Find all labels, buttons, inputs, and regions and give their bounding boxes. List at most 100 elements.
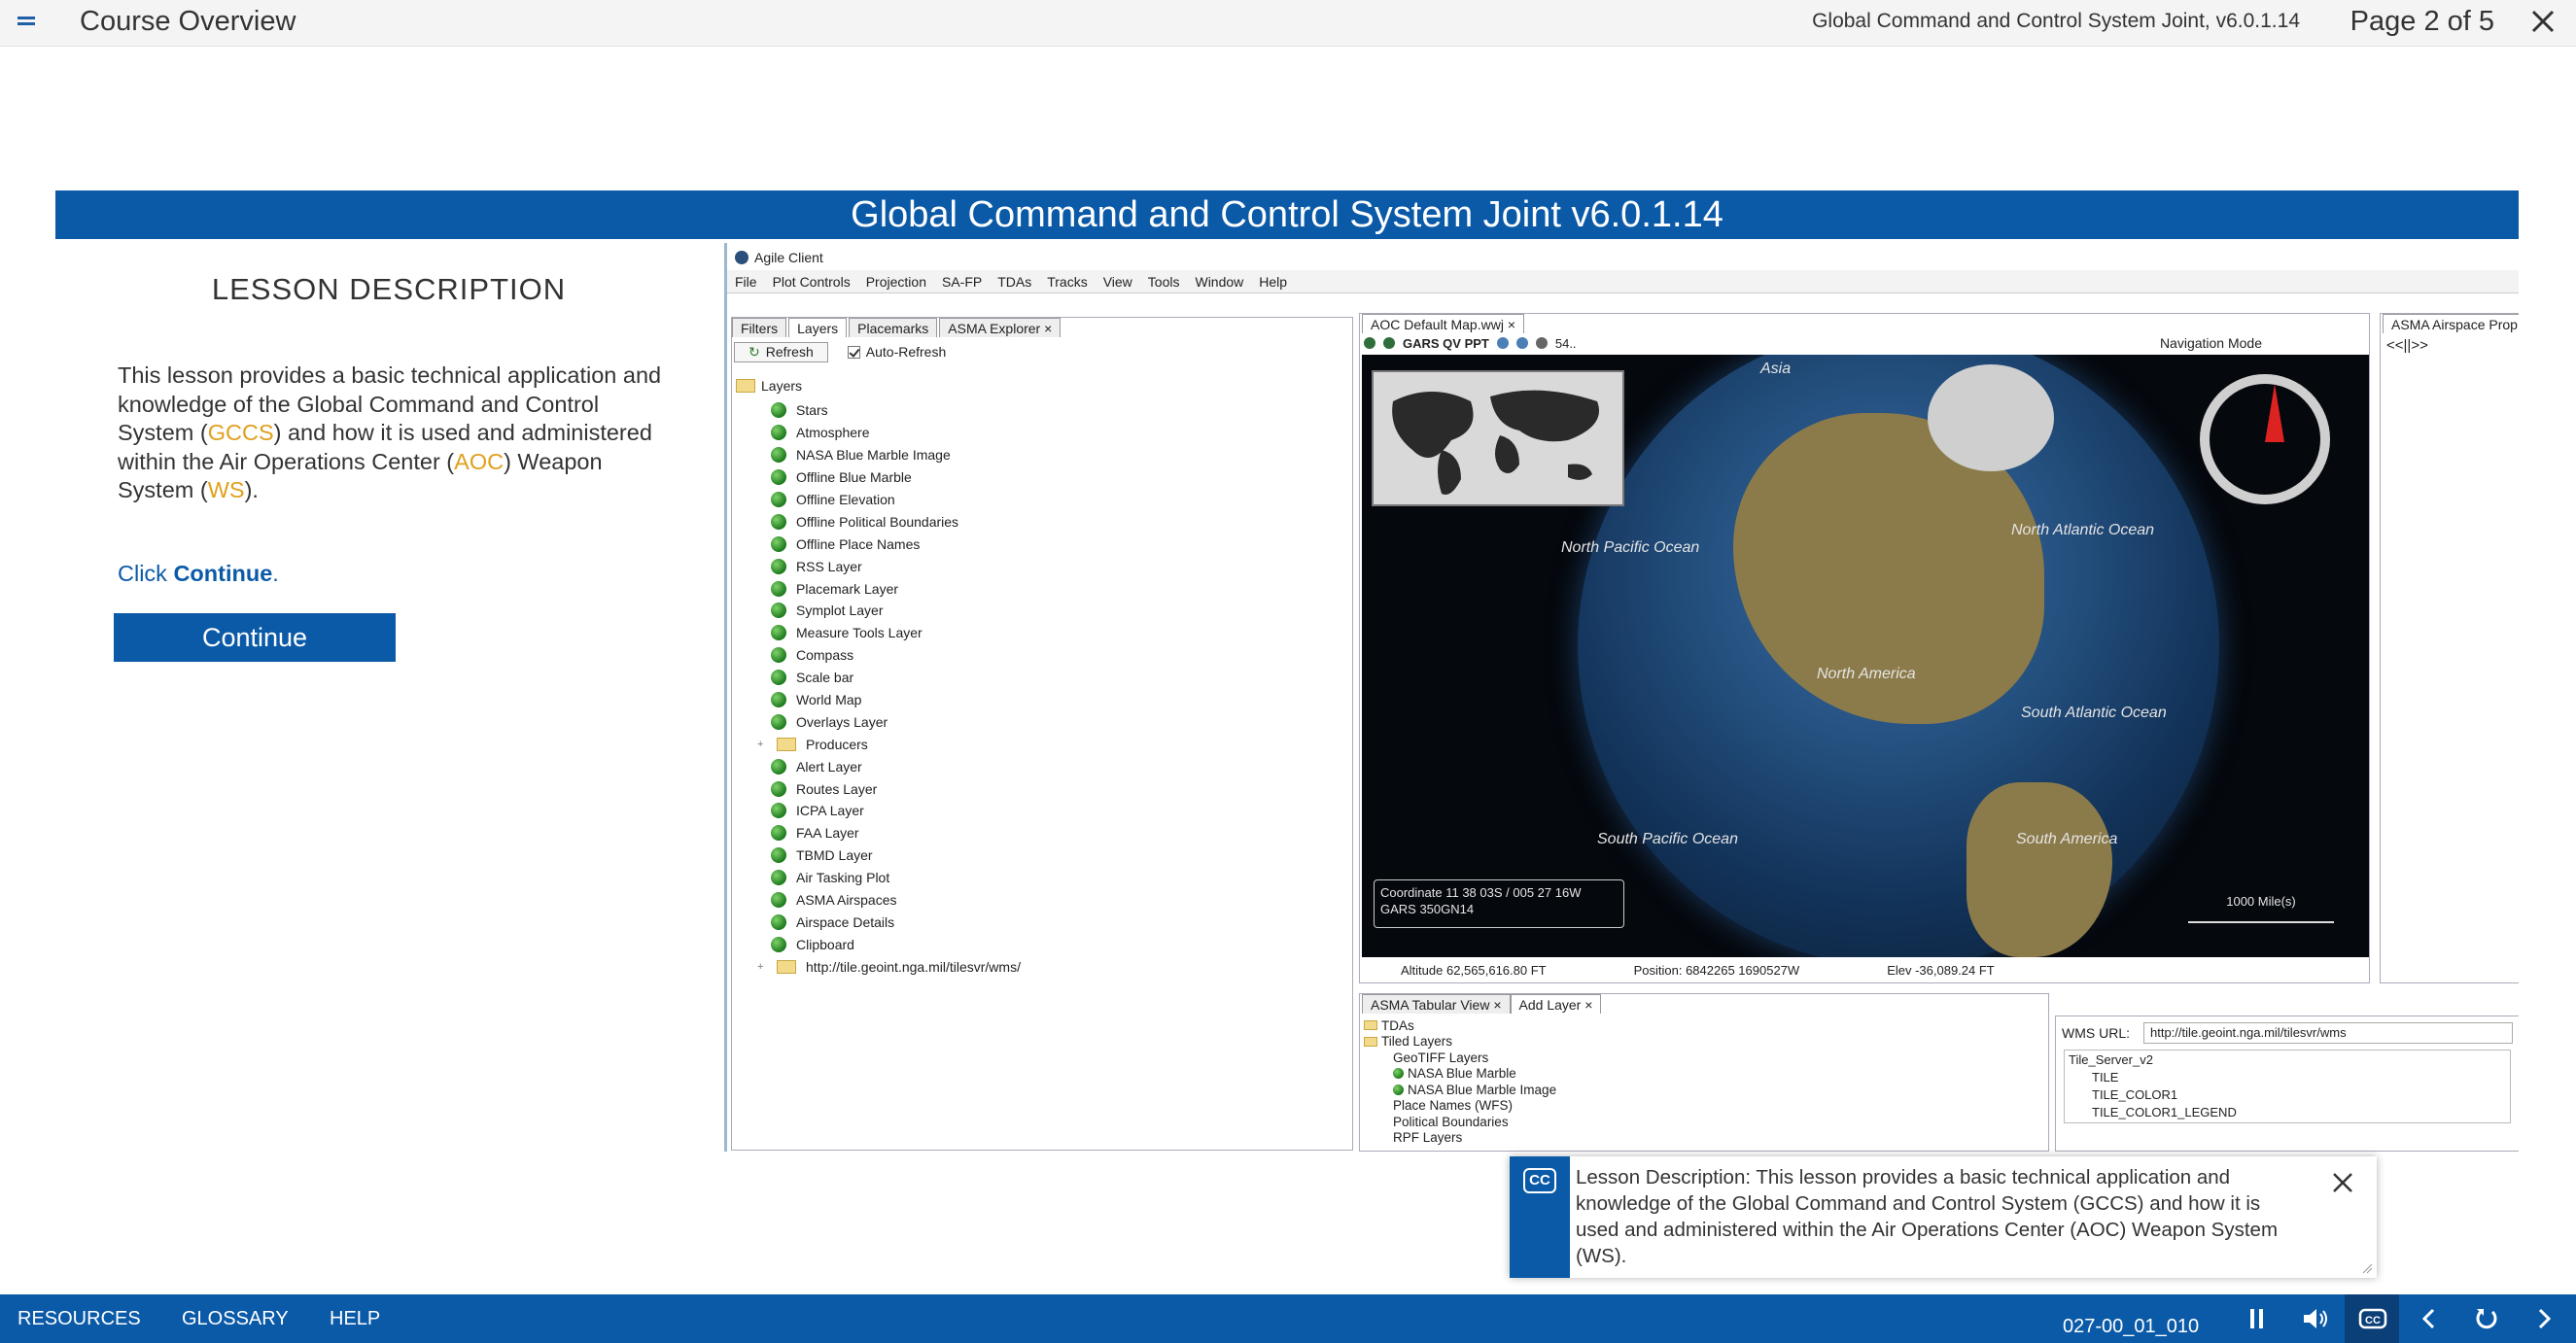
tree-label: GeoTIFF Layers (1393, 1050, 1489, 1065)
back-icon (2421, 1308, 2435, 1329)
layer-label: ICPA Layer (796, 803, 864, 819)
auto-refresh-label: Auto-Refresh (865, 344, 947, 360)
globe-icon (1383, 337, 1395, 349)
layer-label: Offline Blue Marble (796, 469, 912, 486)
tab-filters: Filters (732, 318, 787, 337)
wms-tree: Tile_Server_v2 TILE TILE_COLOR1 TILE_COL… (2064, 1050, 2511, 1123)
layers-root-label: Layers (761, 378, 803, 394)
globe (1578, 355, 2219, 957)
lesson-description: This lesson provides a basic technical a… (118, 362, 672, 505)
layer-item: Alert Layer (771, 755, 1021, 777)
layer-globe-icon (771, 870, 786, 886)
menu-item: View (1102, 273, 1132, 290)
application-screenshot: Agile Client File Plot Controls Projecti… (724, 243, 2519, 1152)
wms-tree-item: TILE_COLOR1 (2092, 1087, 2178, 1102)
navigation-mode: Navigation Mode (2160, 333, 2262, 353)
svg-text:CC: CC (2365, 1315, 2381, 1326)
layer-item: RSS Layer (771, 555, 1021, 577)
course-title: Course Overview (80, 6, 296, 37)
click-suffix: . (272, 561, 279, 586)
tree-label: Place Names (WFS) (1393, 1098, 1514, 1114)
back-button[interactable] (2402, 1294, 2456, 1343)
next-button[interactable] (2517, 1294, 2571, 1343)
layer-item: Clipboard (771, 933, 1021, 955)
layer-globe-icon (771, 758, 786, 775)
layer-item: Routes Layer (771, 777, 1021, 800)
lesson-text-part: ). (244, 477, 259, 502)
layer-item: Offline Place Names (771, 533, 1021, 555)
label-south-pacific: South Pacific Ocean (1597, 831, 1738, 847)
layer-globe-icon (771, 780, 786, 797)
layer-label: Atmosphere (796, 425, 870, 441)
menu-item: File (735, 273, 757, 290)
replay-button[interactable] (2459, 1294, 2514, 1343)
continue-button[interactable]: Continue (114, 613, 396, 662)
layer-globe-icon (771, 492, 786, 507)
layer-globe-icon (771, 535, 786, 552)
map-toolbar-text: GARS QV PPT (1403, 335, 1489, 351)
layer-globe-icon (771, 670, 786, 686)
map-pane: AOC Default Map.wwj × GARS QV PPT 54.. N… (1359, 313, 2370, 983)
layer-globe-icon (771, 580, 786, 597)
resize-handle-icon[interactable] (2361, 1262, 2373, 1274)
layer-item: Compass (771, 644, 1021, 667)
map-status-bar: Altitude 62,565,616.80 FT Position: 6842… (1362, 959, 2369, 981)
tree-label: Political Boundaries (1393, 1114, 1509, 1129)
layer-label: Measure Tools Layer (796, 625, 922, 641)
layer-item: FAA Layer (771, 822, 1021, 844)
folder-icon (777, 959, 796, 974)
layer-label: Producers (806, 736, 868, 752)
layer-globe-icon (771, 825, 786, 842)
tab-asma-tabular-view: ASMA Tabular View × (1362, 994, 1511, 1014)
layer-globe-icon (771, 647, 786, 664)
layer-label: Alert Layer (796, 758, 862, 775)
volume-button[interactable] (2287, 1294, 2342, 1343)
acronym-ws[interactable]: WS (208, 477, 245, 502)
coordinate-line: Coordinate 11 38 03S / 005 27 16W (1380, 885, 1582, 900)
label-north-pacific: North Pacific Ocean (1561, 539, 1700, 556)
app-window-title: Agile Client (735, 247, 823, 268)
label-south-atlantic: South Atlantic Ocean (2021, 705, 2167, 721)
captions-button[interactable]: CC (2345, 1294, 2399, 1343)
layer-label: Scale bar (796, 670, 854, 686)
layer-label: Clipboard (796, 936, 854, 952)
pause-icon (2250, 1309, 2263, 1328)
layer-globe-icon (771, 558, 786, 574)
app-logo-icon (735, 251, 748, 264)
layer-label: Overlays Layer (796, 713, 888, 730)
replay-icon (2476, 1309, 2497, 1329)
tree-label: TDAs (1381, 1017, 1414, 1033)
gars-line: GARS 350GN14 (1380, 902, 1475, 916)
layer-globe-icon (771, 425, 786, 441)
menu-item: Help (1259, 273, 1288, 290)
layer-globe-icon (771, 713, 786, 730)
close-icon[interactable] (2328, 1168, 2357, 1197)
layer-item: Placemark Layer (771, 577, 1021, 600)
help-link[interactable]: HELP (330, 1308, 380, 1330)
pause-button[interactable] (2230, 1294, 2284, 1343)
compass-needle (2265, 384, 2284, 442)
page-indicator: Page 2 of 5 (2350, 6, 2494, 37)
zoom-icon (1515, 337, 1528, 349)
acronym-aoc[interactable]: AOC (454, 449, 504, 474)
layer-list: Stars Atmosphere NASA Blue Marble Image … (757, 399, 1021, 978)
layer-item: TBMD Layer (771, 844, 1021, 867)
layer-globe-icon (771, 803, 786, 819)
status-position: Position: 6842265 1690527W (1633, 962, 1800, 978)
folder-icon (777, 737, 796, 751)
glossary-link[interactable]: GLOSSARY (182, 1308, 289, 1330)
layer-label: ASMA Airspaces (796, 892, 897, 909)
close-icon[interactable] (2527, 6, 2559, 37)
globe-icon (1364, 337, 1375, 349)
tree-item: RPF Layers (1364, 1130, 1556, 1147)
layer-item: Scale bar (771, 667, 1021, 689)
left-tabs: Filters Layers Placemarks ASMA Explorer … (732, 318, 1062, 337)
menu-icon[interactable] (14, 12, 39, 35)
resources-link[interactable]: RESOURCES (17, 1308, 141, 1330)
tree-item: NASA Blue Marble Image (1364, 1082, 1556, 1098)
layer-label: Airspace Details (796, 913, 895, 930)
layer-item: Atmosphere (771, 422, 1021, 444)
acronym-gccs[interactable]: GCCS (208, 420, 274, 445)
layer-label: Offline Elevation (796, 492, 895, 507)
layer-label: TBMD Layer (796, 847, 873, 864)
